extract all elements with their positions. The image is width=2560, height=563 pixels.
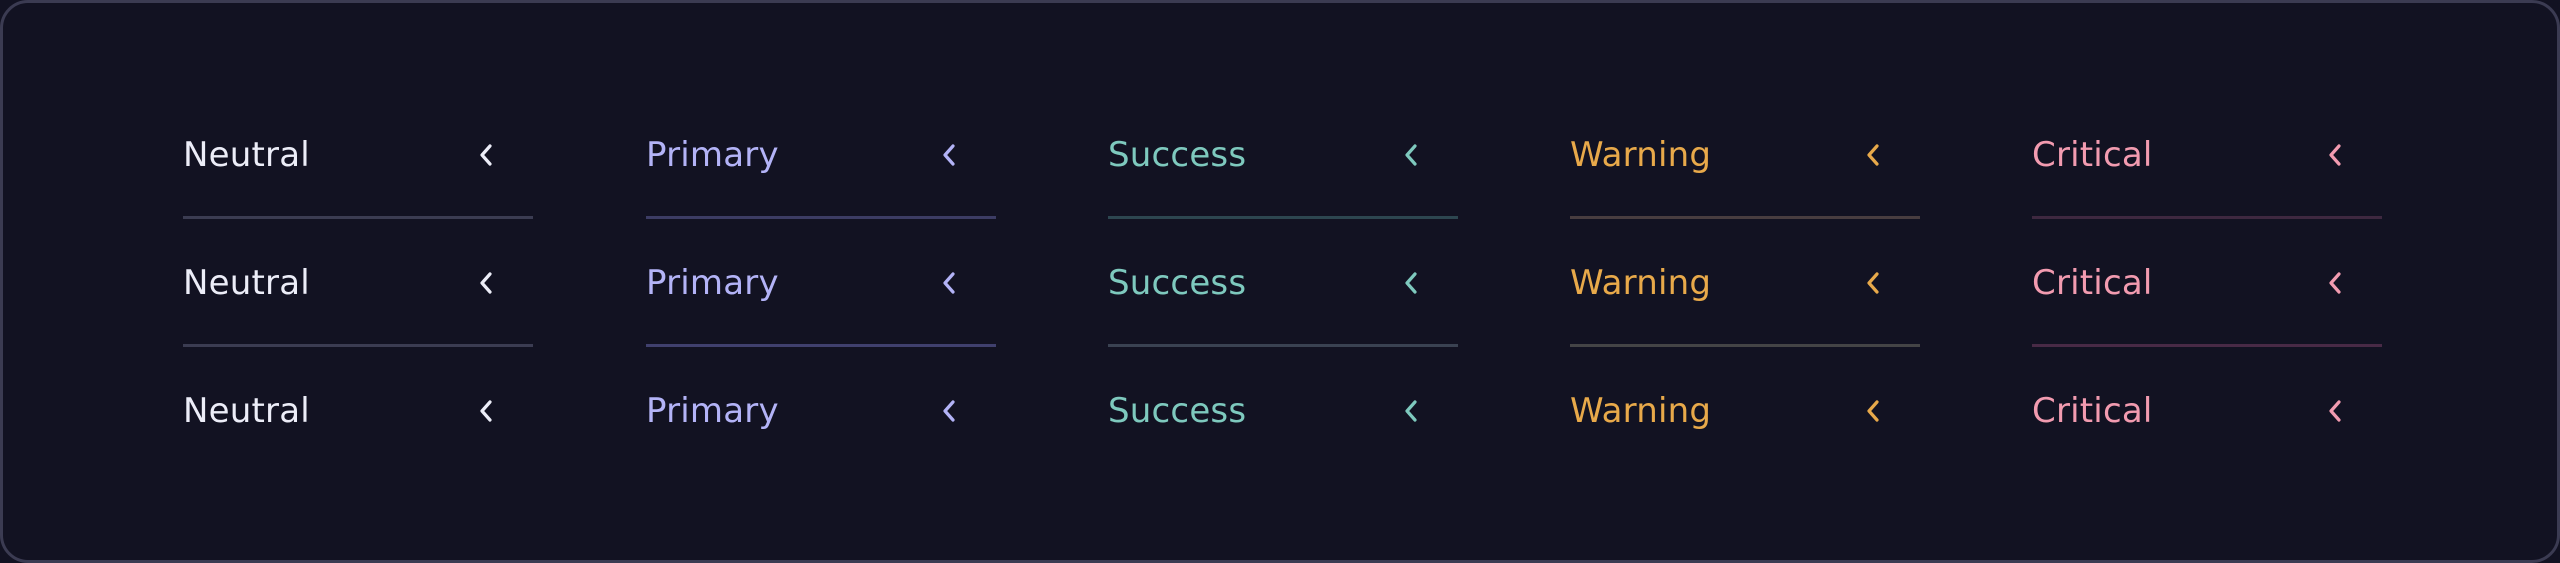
- chevron-left-icon: [939, 270, 959, 296]
- divider: [1570, 344, 1920, 347]
- item-label: Neutral: [183, 263, 310, 303]
- divider: [1108, 216, 1458, 219]
- item-label: Success: [1108, 391, 1247, 431]
- chevron-left-icon: [476, 398, 496, 424]
- list-item-critical-2[interactable]: Critical: [2032, 253, 2382, 313]
- chevron-left-icon: [939, 398, 959, 424]
- chevron-left-icon: [1863, 398, 1883, 424]
- divider: [1108, 344, 1458, 347]
- list-item-success-1[interactable]: Success: [1108, 125, 1458, 185]
- list-item-warning-1[interactable]: Warning: [1570, 125, 1920, 185]
- list-item-neutral-2[interactable]: Neutral: [183, 253, 533, 313]
- chevron-left-icon: [2325, 398, 2345, 424]
- divider: [183, 216, 533, 219]
- item-label: Warning: [1570, 391, 1712, 431]
- divider: [183, 344, 533, 347]
- panel-frame: Neutral Neutral Neutral Primary Primary …: [0, 0, 2560, 563]
- chevron-left-icon: [939, 142, 959, 168]
- item-label: Primary: [646, 391, 779, 431]
- chevron-left-icon: [1401, 142, 1421, 168]
- item-label: Warning: [1570, 263, 1712, 303]
- item-label: Primary: [646, 135, 779, 175]
- item-label: Success: [1108, 263, 1247, 303]
- list-item-primary-2[interactable]: Primary: [646, 253, 996, 313]
- item-label: Neutral: [183, 391, 310, 431]
- item-label: Success: [1108, 135, 1247, 175]
- divider: [646, 344, 996, 347]
- item-label: Neutral: [183, 135, 310, 175]
- chevron-left-icon: [1863, 142, 1883, 168]
- item-label: Critical: [2032, 391, 2153, 431]
- list-item-success-2[interactable]: Success: [1108, 253, 1458, 313]
- list-item-primary-3[interactable]: Primary: [646, 381, 996, 441]
- item-label: Primary: [646, 263, 779, 303]
- divider: [1570, 216, 1920, 219]
- list-item-warning-3[interactable]: Warning: [1570, 381, 1920, 441]
- list-item-critical-3[interactable]: Critical: [2032, 381, 2382, 441]
- chevron-left-icon: [476, 142, 496, 168]
- list-item-neutral-1[interactable]: Neutral: [183, 125, 533, 185]
- list-item-primary-1[interactable]: Primary: [646, 125, 996, 185]
- list-item-neutral-3[interactable]: Neutral: [183, 381, 533, 441]
- list-item-warning-2[interactable]: Warning: [1570, 253, 1920, 313]
- divider: [2032, 216, 2382, 219]
- chevron-left-icon: [1401, 270, 1421, 296]
- chevron-left-icon: [2325, 142, 2345, 168]
- chevron-left-icon: [476, 270, 496, 296]
- item-label: Warning: [1570, 135, 1712, 175]
- item-label: Critical: [2032, 263, 2153, 303]
- chevron-left-icon: [1401, 398, 1421, 424]
- divider: [2032, 344, 2382, 347]
- list-item-critical-1[interactable]: Critical: [2032, 125, 2382, 185]
- divider: [646, 216, 996, 219]
- list-item-success-3[interactable]: Success: [1108, 381, 1458, 441]
- item-label: Critical: [2032, 135, 2153, 175]
- chevron-left-icon: [2325, 270, 2345, 296]
- chevron-left-icon: [1863, 270, 1883, 296]
